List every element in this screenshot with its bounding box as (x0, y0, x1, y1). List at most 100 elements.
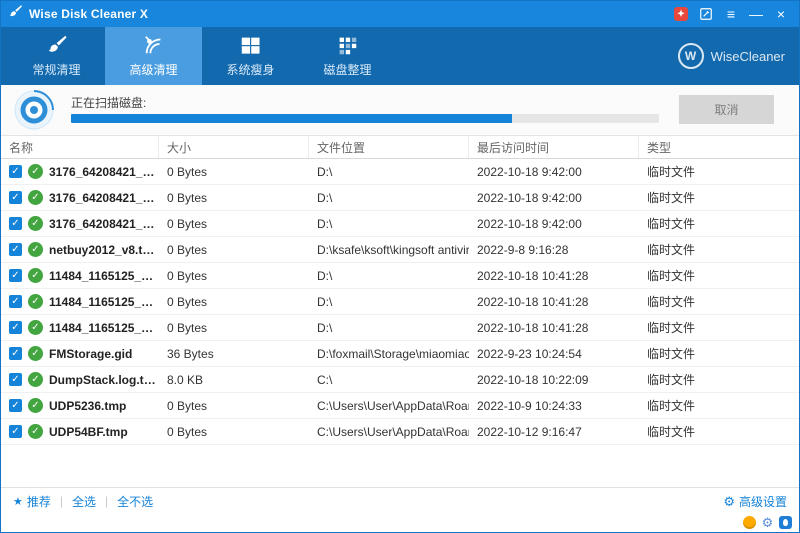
row-checkbox[interactable] (9, 217, 22, 230)
tab-regular-clean[interactable]: 常规清理 (8, 27, 105, 85)
row-checkbox[interactable] (9, 347, 22, 360)
table-row[interactable]: 3176_64208421_MVM_4.t... 0 Bytes D:\ 202… (1, 185, 799, 211)
file-type: 临时文件 (639, 345, 799, 362)
table-row[interactable]: UDP54BF.tmp 0 Bytes C:\Users\User\AppDat… (1, 419, 799, 445)
table-row[interactable]: 11484_1165125_MVM_4.t... 0 Bytes D:\ 202… (1, 289, 799, 315)
tray-icons: ⚙ (743, 516, 792, 529)
file-status-check-icon (28, 268, 43, 283)
promo-gift-icon[interactable] (670, 4, 692, 24)
advanced-settings-link[interactable]: ⚙ 高级设置 (723, 493, 787, 510)
file-table-header: 名称 大小 文件位置 最后访问时间 类型 (1, 136, 799, 159)
table-row[interactable]: DumpStack.log.tmp 8.0 KB C:\ 2022-10-18 … (1, 367, 799, 393)
table-row[interactable]: 3176_64208421_MVM_3.t... 0 Bytes D:\ 202… (1, 159, 799, 185)
file-type: 临时文件 (639, 423, 799, 440)
table-row[interactable]: netbuy2012_v8.tmp 0 Bytes D:\ksafe\ksoft… (1, 237, 799, 263)
file-type: 临时文件 (639, 189, 799, 206)
file-size: 0 Bytes (159, 217, 309, 231)
nav-bar: 常规清理 高级清理 系统瘦身 磁盘整理 W WiseCleaner (1, 27, 799, 85)
table-row[interactable]: 3176_64208421_MVM_6.t... 0 Bytes D:\ 202… (1, 211, 799, 237)
table-row[interactable]: 11484_1165125_MVM_3.t... 0 Bytes D:\ 202… (1, 263, 799, 289)
row-checkbox[interactable] (9, 321, 22, 334)
table-row[interactable]: 11484_1165125_MVM_6.t... 0 Bytes D:\ 202… (1, 315, 799, 341)
file-size: 0 Bytes (159, 295, 309, 309)
file-path: C:\ (309, 373, 469, 387)
progress-bar (71, 114, 659, 123)
app-window: Wise Disk Cleaner X ≡ — × 常规清理 高级清理 (0, 0, 800, 533)
file-path: D:\ksafe\ksoft\kingsoft antivirus... (309, 243, 469, 257)
file-name: 11484_1165125_MVM_6.t... (49, 321, 159, 335)
file-name: 11484_1165125_MVM_4.t... (49, 295, 159, 309)
column-header-type[interactable]: 类型 (639, 136, 799, 158)
file-path: D:\ (309, 321, 469, 335)
row-checkbox[interactable] (9, 399, 22, 412)
file-name: FMStorage.gid (49, 347, 132, 361)
file-path: D:\ (309, 165, 469, 179)
file-size: 0 Bytes (159, 243, 309, 257)
advanced-settings-label: 高级设置 (739, 493, 787, 510)
file-size: 0 Bytes (159, 165, 309, 179)
file-path: C:\Users\User\AppData\Roamin... (309, 399, 469, 413)
row-checkbox[interactable] (9, 425, 22, 438)
select-none-link[interactable]: 全不选 (117, 493, 153, 510)
column-header-name[interactable]: 名称 (1, 136, 159, 158)
file-access-time: 2022-10-12 9:16:47 (469, 425, 639, 439)
file-size: 0 Bytes (159, 269, 309, 283)
row-checkbox[interactable] (9, 295, 22, 308)
row-checkbox[interactable] (9, 165, 22, 178)
file-status-check-icon (28, 294, 43, 309)
file-size: 0 Bytes (159, 399, 309, 413)
row-checkbox[interactable] (9, 373, 22, 386)
row-checkbox[interactable] (9, 269, 22, 282)
minimize-icon[interactable]: — (745, 4, 767, 24)
column-header-path[interactable]: 文件位置 (309, 136, 469, 158)
table-row[interactable]: FMStorage.gid 36 Bytes D:\foxmail\Storag… (1, 341, 799, 367)
cancel-button[interactable]: 取消 (679, 95, 774, 124)
wisecleaner-brand[interactable]: W WiseCleaner (678, 27, 785, 85)
file-status-check-icon (28, 398, 43, 413)
column-header-time[interactable]: 最后访问时间 (469, 136, 639, 158)
recommend-link[interactable]: ★ 推荐 (13, 493, 51, 510)
file-type: 临时文件 (639, 397, 799, 414)
file-access-time: 2022-10-9 10:24:33 (469, 399, 639, 413)
row-checkbox[interactable] (9, 191, 22, 204)
file-size: 0 Bytes (159, 321, 309, 335)
tab-label: 磁盘整理 (323, 61, 371, 78)
window-title: Wise Disk Cleaner X (29, 7, 148, 21)
file-type: 临时文件 (639, 163, 799, 180)
file-name: UDP54BF.tmp (49, 425, 128, 439)
file-name: 11484_1165125_MVM_3.t... (49, 269, 159, 283)
app-logo-brush-icon (8, 4, 23, 24)
table-row[interactable]: UDP5236.tmp 0 Bytes C:\Users\User\AppDat… (1, 393, 799, 419)
row-checkbox[interactable] (9, 243, 22, 256)
menu-icon[interactable]: ≡ (720, 4, 742, 24)
file-path: C:\Users\User\AppData\Roamin... (309, 425, 469, 439)
recommend-label: 推荐 (27, 493, 51, 510)
file-table-body: 3176_64208421_MVM_3.t... 0 Bytes D:\ 202… (1, 159, 799, 445)
file-name: DumpStack.log.tmp (49, 373, 159, 387)
close-icon[interactable]: × (770, 4, 792, 24)
file-type: 临时文件 (639, 319, 799, 336)
tray-smiley-icon[interactable] (743, 516, 756, 529)
column-header-size[interactable]: 大小 (159, 136, 309, 158)
file-access-time: 2022-9-8 9:16:28 (469, 243, 639, 257)
radar-scan-icon (143, 34, 165, 56)
tab-advanced-clean[interactable]: 高级清理 (105, 27, 202, 85)
footer-separator: | (60, 494, 63, 508)
select-all-link[interactable]: 全选 (72, 493, 96, 510)
tray-qq-icon[interactable] (779, 516, 792, 529)
file-name: netbuy2012_v8.tmp (49, 243, 159, 257)
footer-separator: | (105, 494, 108, 508)
feedback-edit-icon[interactable] (695, 4, 717, 24)
tab-system-slim[interactable]: 系统瘦身 (202, 27, 299, 85)
file-status-check-icon (28, 242, 43, 257)
file-status-check-icon (28, 164, 43, 179)
file-path: D:\ (309, 217, 469, 231)
file-status-check-icon (28, 372, 43, 387)
tab-disk-defrag[interactable]: 磁盘整理 (299, 27, 396, 85)
file-type: 临时文件 (639, 241, 799, 258)
file-access-time: 2022-10-18 10:41:28 (469, 295, 639, 309)
file-type: 临时文件 (639, 371, 799, 388)
brush-icon (46, 34, 68, 56)
tray-gear-icon[interactable]: ⚙ (761, 516, 774, 529)
file-type: 临时文件 (639, 215, 799, 232)
